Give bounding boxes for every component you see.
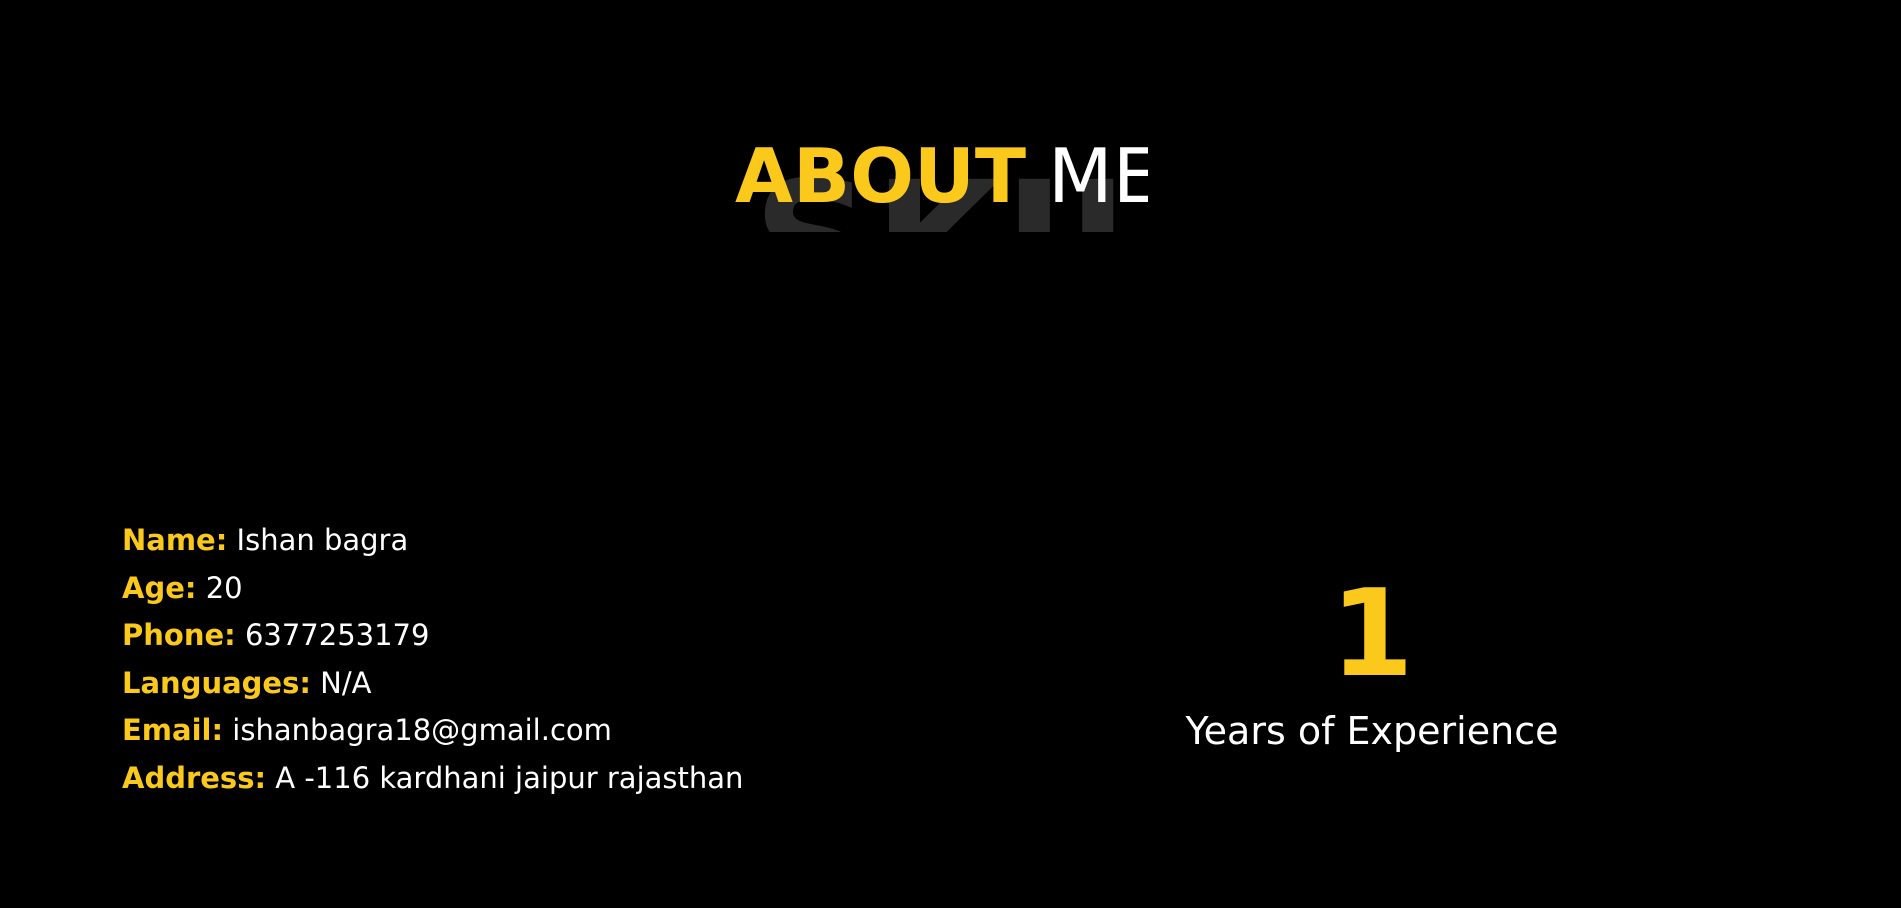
experience-count: 1 [1330, 565, 1414, 704]
personal-info-list: Name: Ishan bagra Age: 20 Phone: 6377253… [122, 520, 743, 806]
info-row-phone: Phone: 6377253179 [122, 615, 743, 663]
info-value: 6377253179 [244, 618, 430, 653]
info-value: N/A [320, 665, 372, 700]
info-label: Email: [122, 713, 224, 748]
heading-plain-word: ME [1048, 131, 1148, 220]
info-value: Ishan bagra [236, 523, 409, 557]
info-value: A -116 kardhani jaipur rajasthan [275, 760, 744, 795]
info-value: ishanbagra18@gmail.com [232, 713, 612, 748]
heading-accent-word: ABOUT [735, 131, 1027, 220]
experience-stat: 1 Years of Experience [1170, 570, 1574, 756]
section-heading: SKILLS ABOUTME [735, 120, 1148, 232]
info-label: Phone: [122, 618, 236, 653]
info-label: Age: [122, 570, 197, 605]
info-row-address: Address: A -116 kardhani jaipur rajastha… [122, 758, 743, 806]
heading-text: ABOUT ME [735, 120, 1148, 232]
about-section: SKILLS ABOUTME Name: Ishan bagra Age: 20… [0, 0, 1901, 908]
info-row-email: Email: ishanbagra18@gmail.com [122, 710, 743, 758]
info-row-name: Name: Ishan bagra [122, 520, 743, 568]
info-label: Languages: [122, 665, 311, 700]
info-value: 20 [205, 570, 243, 605]
info-label: Address: [122, 760, 267, 795]
info-row-languages: Languages: N/A [122, 663, 743, 711]
experience-label: Years of Experience [1185, 709, 1559, 753]
info-label: Name: [122, 523, 228, 557]
info-row-age: Age: 20 [122, 568, 743, 616]
